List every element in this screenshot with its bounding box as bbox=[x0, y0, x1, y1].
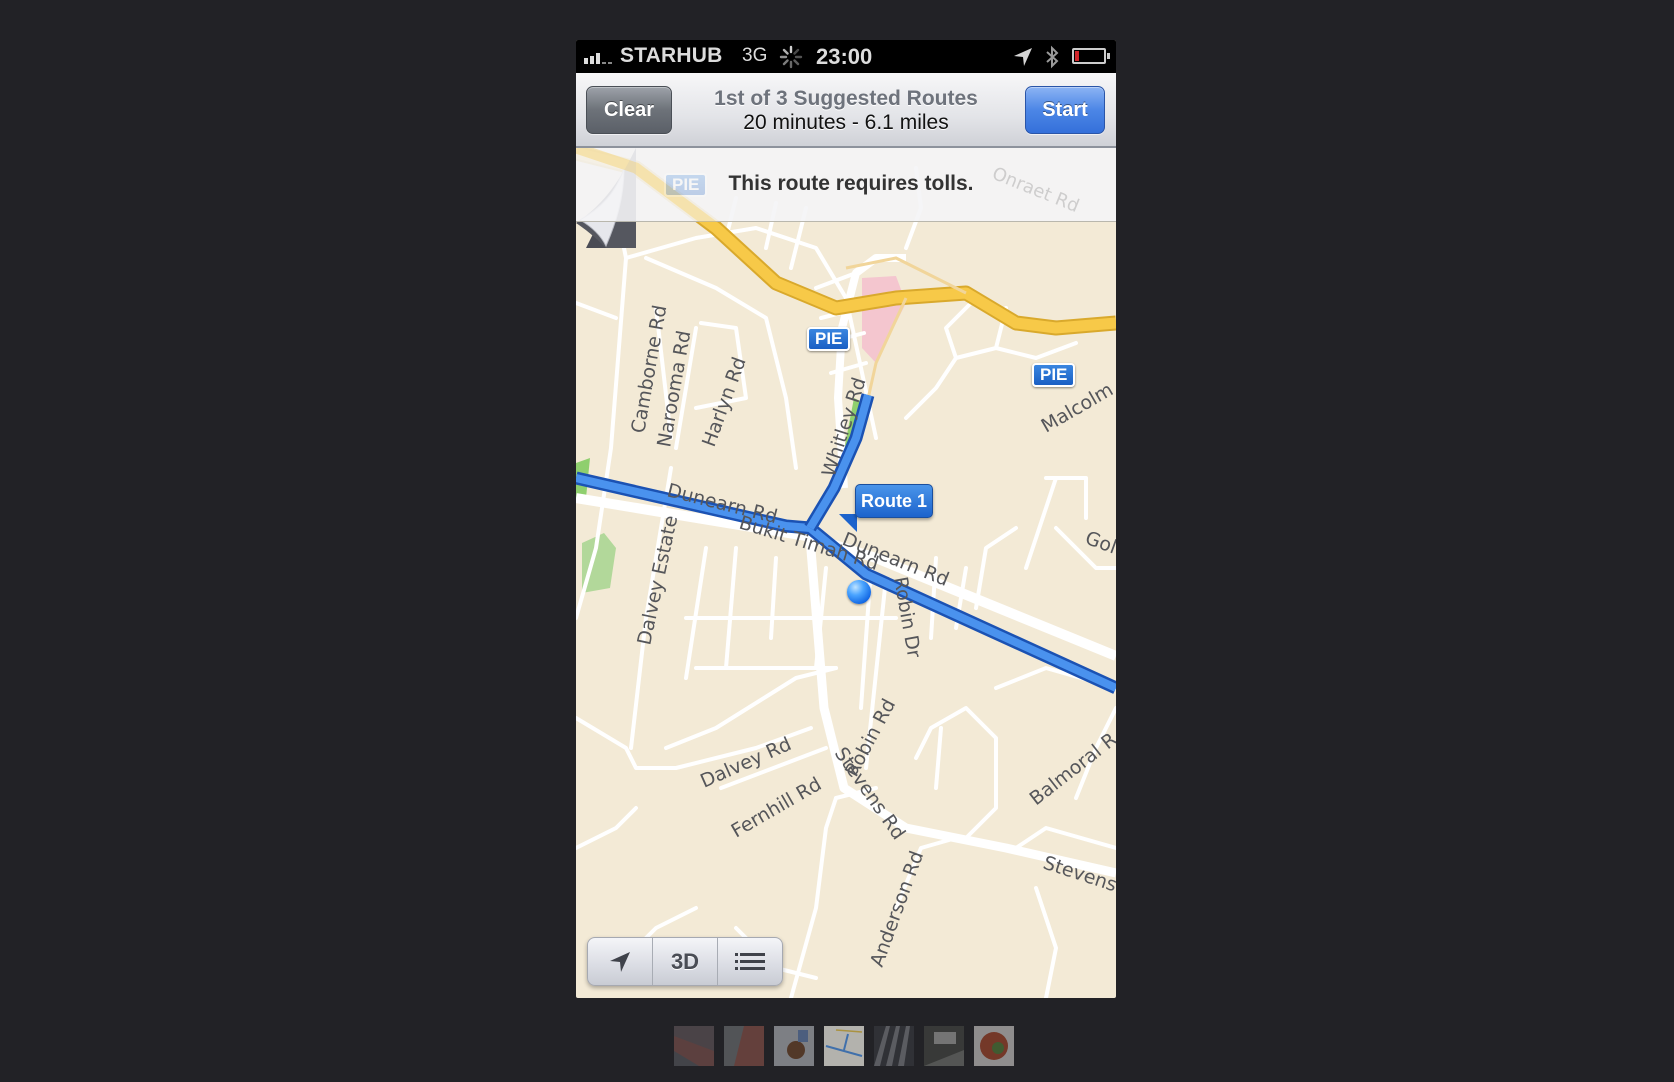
phone-screen: Camborne Rd Narooma Rd Harlyn Rd Whitley… bbox=[576, 40, 1116, 998]
road-label: Dalvey Estate bbox=[633, 513, 682, 647]
list-icon bbox=[735, 952, 765, 970]
route-nav-bar: Clear 1st of 3 Suggested Routes 20 minut… bbox=[576, 73, 1116, 148]
map-toolbar: 3D bbox=[587, 937, 783, 986]
map-canvas: Camborne Rd Narooma Rd Harlyn Rd Whitley… bbox=[576, 148, 1116, 998]
road-label: Malcolm bbox=[1038, 379, 1117, 438]
interchange-area bbox=[862, 276, 906, 363]
activity-spinner-icon bbox=[779, 45, 803, 69]
photo-thumbnail[interactable] bbox=[924, 1026, 964, 1066]
location-arrow-icon bbox=[1014, 48, 1032, 66]
clock: 23:00 bbox=[816, 44, 873, 69]
route-callout-tail bbox=[839, 514, 857, 532]
highway-shield-pie: PIE bbox=[1032, 363, 1076, 387]
carrier-name: STARHUB bbox=[620, 44, 723, 67]
road-label: Dalvey Rd bbox=[697, 733, 795, 793]
locate-button[interactable] bbox=[588, 938, 653, 985]
map-thumbnail[interactable] bbox=[824, 1026, 864, 1066]
battery-icon bbox=[1072, 48, 1110, 64]
route-callout[interactable]: Route 1 bbox=[855, 484, 933, 518]
photo-thumbnail[interactable] bbox=[874, 1026, 914, 1066]
photo-thumbnail[interactable] bbox=[774, 1026, 814, 1066]
road-label: Balmoral R bbox=[1026, 729, 1116, 810]
status-bar: STARHUB 3G 23:00 bbox=[576, 40, 1116, 73]
list-button[interactable] bbox=[718, 938, 782, 985]
route-summary: 1st of 3 Suggested Routes 20 minutes - 6… bbox=[676, 87, 1016, 135]
thumbnail-strip bbox=[674, 1026, 1014, 1066]
current-location-dot bbox=[847, 580, 871, 604]
road-label: Gol bbox=[1082, 527, 1116, 558]
route-title: 1st of 3 Suggested Routes bbox=[714, 87, 978, 110]
road-label: Harlyn Rd bbox=[698, 354, 751, 449]
location-arrow-icon bbox=[610, 951, 630, 972]
road-label: Anderson Rd bbox=[866, 848, 928, 970]
toll-message: This route requires tolls. bbox=[728, 172, 974, 195]
route-duration-distance: 20 minutes - 6.1 miles bbox=[743, 111, 949, 134]
highway-shield-pie: PIE bbox=[807, 327, 851, 351]
toll-banner: Onraet Rd PIE This route requires tolls. bbox=[576, 148, 1116, 222]
signal-icon bbox=[584, 50, 612, 64]
map-view[interactable]: Camborne Rd Narooma Rd Harlyn Rd Whitley… bbox=[576, 148, 1116, 998]
road-label: Stevens bbox=[1040, 852, 1116, 896]
network-type: 3G bbox=[742, 45, 768, 66]
photo-thumbnail[interactable] bbox=[674, 1026, 714, 1066]
photo-thumbnail[interactable] bbox=[724, 1026, 764, 1066]
3d-button[interactable]: 3D bbox=[653, 938, 718, 985]
road-label: Fernhill Rd bbox=[728, 773, 826, 842]
bluetooth-icon bbox=[1046, 45, 1059, 69]
start-button[interactable]: Start bbox=[1025, 86, 1105, 134]
photo-thumbnail[interactable] bbox=[974, 1026, 1014, 1066]
clear-button[interactable]: Clear bbox=[586, 86, 672, 134]
